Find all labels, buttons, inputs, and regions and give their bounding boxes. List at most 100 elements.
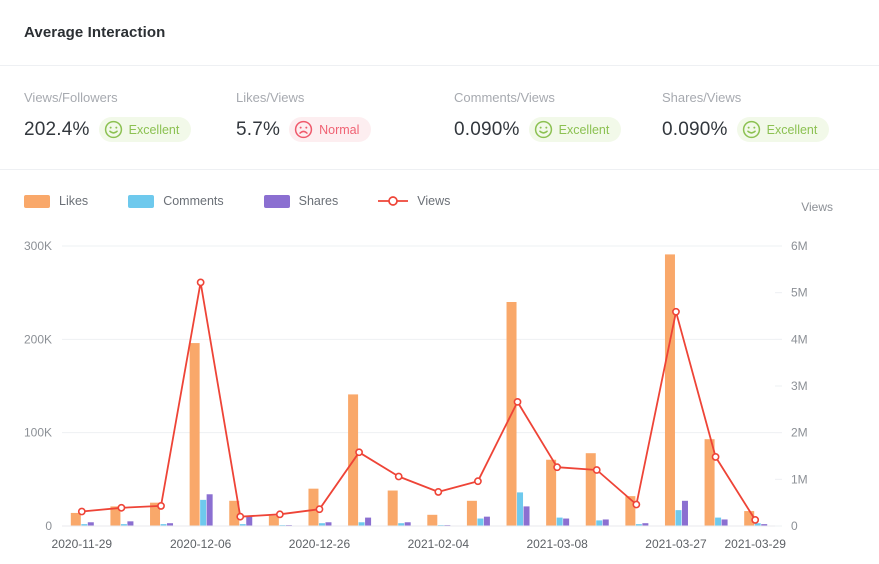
views-line-marker-icon xyxy=(378,195,408,207)
x-axis-tick: 2021-03-27 xyxy=(645,537,707,551)
frowny-face-icon xyxy=(294,120,313,139)
views-data-point[interactable] xyxy=(118,505,124,511)
y2-axis-tick: 1M xyxy=(791,472,808,486)
bar-comments[interactable] xyxy=(715,518,721,526)
views-data-point[interactable] xyxy=(633,501,639,507)
bar-likes[interactable] xyxy=(388,491,398,526)
bar-comments[interactable] xyxy=(200,500,206,526)
bar-comments[interactable] xyxy=(477,519,483,526)
views-data-point[interactable] xyxy=(198,279,204,285)
x-axis-tick: 2021-03-29 xyxy=(724,537,786,551)
metric-value: 5.7% xyxy=(236,119,280,141)
status-badge-label: Excellent xyxy=(129,123,180,137)
metric-label: Likes/Views xyxy=(236,90,430,105)
bar-shares[interactable] xyxy=(722,519,728,526)
views-data-point[interactable] xyxy=(475,478,481,484)
status-badge: Excellent xyxy=(529,117,622,142)
bar-shares[interactable] xyxy=(127,521,133,526)
chart-svg: 0100K200K300K01M2M3M4M5M6M2020-11-292020… xyxy=(0,228,879,564)
bar-comments[interactable] xyxy=(359,522,365,526)
shares-color-swatch xyxy=(264,195,290,208)
bar-likes[interactable] xyxy=(71,513,81,526)
views-data-point[interactable] xyxy=(673,309,679,315)
bar-likes[interactable] xyxy=(427,515,437,526)
views-data-point[interactable] xyxy=(712,454,718,460)
bar-likes[interactable] xyxy=(705,439,715,526)
smiley-face-icon xyxy=(742,120,761,139)
legend-item-shares[interactable]: Shares xyxy=(264,194,339,208)
views-data-point[interactable] xyxy=(316,506,322,512)
metric-value: 202.4% xyxy=(24,119,90,141)
bar-shares[interactable] xyxy=(405,522,411,526)
y2-axis-tick: 5M xyxy=(791,286,808,300)
card-header: Average Interaction xyxy=(0,0,879,66)
views-data-point[interactable] xyxy=(594,467,600,473)
views-data-point[interactable] xyxy=(554,464,560,470)
views-data-point[interactable] xyxy=(277,511,283,517)
bar-shares[interactable] xyxy=(682,501,688,526)
x-axis-tick: 2020-12-06 xyxy=(170,537,232,551)
likes-color-swatch xyxy=(24,195,50,208)
bar-comments[interactable] xyxy=(596,520,602,526)
bar-shares[interactable] xyxy=(603,519,609,526)
views-data-point[interactable] xyxy=(396,473,402,479)
views-data-point[interactable] xyxy=(435,489,441,495)
bar-shares[interactable] xyxy=(207,494,213,526)
y2-axis-tick: 0 xyxy=(791,519,798,533)
bar-likes[interactable] xyxy=(467,501,477,526)
metric-likes-views: Likes/Views 5.7% Normal xyxy=(212,90,430,142)
metric-label: Shares/Views xyxy=(662,90,879,105)
views-data-point[interactable] xyxy=(514,399,520,405)
metric-label: Comments/Views xyxy=(454,90,638,105)
bar-comments[interactable] xyxy=(517,492,523,526)
metric-value: 0.090% xyxy=(454,119,520,141)
x-axis-tick: 2020-12-26 xyxy=(289,537,351,551)
views-data-point[interactable] xyxy=(79,508,85,514)
bar-shares[interactable] xyxy=(524,506,530,526)
right-axis-title: Views xyxy=(801,200,833,214)
bar-shares[interactable] xyxy=(484,517,490,526)
x-axis-tick: 2021-02-04 xyxy=(408,537,470,551)
legend-item-comments[interactable]: Comments xyxy=(128,194,223,208)
interaction-chart: 0100K200K300K01M2M3M4M5M6M2020-11-292020… xyxy=(0,228,879,564)
metric-label: Views/Followers xyxy=(24,90,212,105)
y-axis-tick: 200K xyxy=(24,332,52,346)
bar-shares[interactable] xyxy=(88,522,94,526)
legend-label: Views xyxy=(417,194,450,208)
x-axis-tick: 2020-11-29 xyxy=(52,537,113,551)
bar-comments[interactable] xyxy=(557,518,563,526)
views-data-point[interactable] xyxy=(356,449,362,455)
y-axis-tick: 100K xyxy=(24,426,52,440)
bar-likes[interactable] xyxy=(190,343,200,526)
legend-label: Shares xyxy=(299,194,339,208)
bar-likes[interactable] xyxy=(586,453,596,526)
views-data-point[interactable] xyxy=(752,517,758,523)
legend-item-likes[interactable]: Likes xyxy=(24,194,88,208)
average-interaction-card: Average Interaction Views/Followers 202.… xyxy=(0,0,879,564)
legend-label: Likes xyxy=(59,194,88,208)
status-badge: Normal xyxy=(289,117,371,142)
page-title: Average Interaction xyxy=(24,24,165,41)
comments-color-swatch xyxy=(128,195,154,208)
y2-axis-tick: 4M xyxy=(791,332,808,346)
bar-shares[interactable] xyxy=(325,522,331,526)
smiley-face-icon xyxy=(534,120,553,139)
bar-likes[interactable] xyxy=(625,496,635,526)
y2-axis-tick: 6M xyxy=(791,239,808,253)
legend-item-views[interactable]: Views xyxy=(378,194,450,208)
bar-likes[interactable] xyxy=(665,254,675,526)
metric-comments-views: Comments/Views 0.090% Excellent xyxy=(430,90,638,142)
views-line xyxy=(82,282,755,520)
bar-shares[interactable] xyxy=(365,518,371,526)
metrics-row: Views/Followers 202.4% Excellent Likes/V… xyxy=(0,66,879,170)
bar-shares[interactable] xyxy=(563,519,569,526)
views-data-point[interactable] xyxy=(237,514,243,520)
views-data-point[interactable] xyxy=(158,503,164,509)
metric-value: 0.090% xyxy=(662,119,728,141)
bar-comments[interactable] xyxy=(675,510,681,526)
bar-shares[interactable] xyxy=(246,517,252,526)
smiley-face-icon xyxy=(104,120,123,139)
status-badge: Excellent xyxy=(99,117,192,142)
x-axis-tick: 2021-03-08 xyxy=(526,537,588,551)
status-badge-label: Excellent xyxy=(767,123,818,137)
